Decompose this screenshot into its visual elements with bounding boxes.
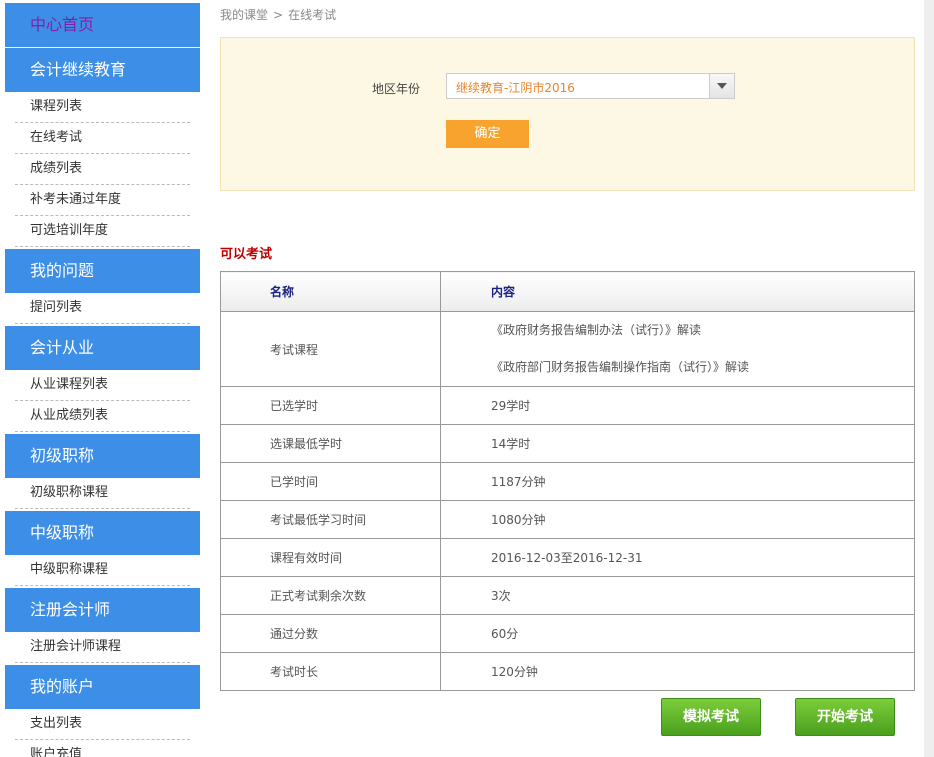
row-value: 60分	[440, 614, 915, 653]
mock-exam-button[interactable]: 模拟考试	[661, 698, 761, 736]
table-row: 通过分数 60分	[220, 614, 915, 653]
sidebar-item-question-list[interactable]: 提问列表	[15, 293, 190, 324]
table-row: 选课最低学时 14学时	[220, 424, 915, 463]
row-value: 29学时	[440, 386, 915, 425]
row-name: 已选学时	[220, 386, 441, 425]
table-row: 已学时间 1187分钟	[220, 462, 915, 501]
sidebar-item-optional-training-years[interactable]: 可选培训年度	[15, 216, 190, 247]
row-name: 课程有效时间	[220, 538, 441, 577]
chevron-down-icon[interactable]	[709, 74, 734, 98]
table-header-row: 名称 内容	[220, 271, 915, 312]
column-header-content: 内容	[440, 271, 915, 312]
region-year-label: 地区年份	[372, 82, 421, 96]
sidebar-section-accounting-practice[interactable]: 会计从业	[5, 326, 200, 370]
table-row: 考试最低学习时间 1080分钟	[220, 500, 915, 539]
sidebar-item-score-list[interactable]: 成绩列表	[15, 154, 190, 185]
sidebar-home[interactable]: 中心首页	[5, 3, 200, 47]
row-value: 2016-12-03至2016-12-31	[440, 538, 915, 577]
exam-info-table: 名称 内容 考试课程 《政府财务报告编制办法（试行）》解读 《政府部门财务报告编…	[220, 271, 915, 691]
region-year-select[interactable]: 继续教育-江阴市2016	[446, 73, 735, 99]
course-list-cell: 《政府财务报告编制办法（试行）》解读 《政府部门财务报告编制操作指南（试行）》解…	[440, 311, 915, 387]
table-row: 课程有效时间 2016-12-03至2016-12-31	[220, 538, 915, 577]
region-year-selected-value: 继续教育-江阴市2016	[456, 81, 575, 95]
row-name: 已学时间	[220, 462, 441, 501]
sidebar-item-practice-course-list[interactable]: 从业课程列表	[15, 370, 190, 401]
table-row: 已选学时 29学时	[220, 386, 915, 425]
row-name: 选课最低学时	[220, 424, 441, 463]
sidebar-section-my-account[interactable]: 我的账户	[5, 665, 200, 709]
row-name: 考试时长	[220, 652, 441, 691]
breadcrumb: 我的课堂 > 在线考试	[220, 6, 336, 23]
row-name: 考试课程	[220, 311, 441, 387]
filter-panel: 地区年份 继续教育-江阴市2016 确定	[220, 37, 915, 191]
breadcrumb-parent[interactable]: 我的课堂	[220, 6, 268, 23]
row-name: 正式考试剩余次数	[220, 576, 441, 615]
main-content: 我的课堂 > 在线考试 地区年份 继续教育-江阴市2016 确定 可以考试 名称 内…	[210, 0, 924, 757]
breadcrumb-current: 在线考试	[288, 8, 337, 22]
row-name: 通过分数	[220, 614, 441, 653]
course-item: 《政府财务报告编制办法（试行）》解读	[491, 323, 702, 337]
table-row: 考试时长 120分钟	[220, 652, 915, 691]
sidebar-item-junior-course[interactable]: 初级职称课程	[15, 478, 190, 509]
sidebar-item-online-exam[interactable]: 在线考试	[15, 123, 190, 154]
sidebar-item-makeup-exam-years[interactable]: 补考未通过年度	[15, 185, 190, 216]
sidebar-item-practice-score-list[interactable]: 从业成绩列表	[15, 401, 190, 432]
sidebar-section-cpa[interactable]: 注册会计师	[5, 588, 200, 632]
row-value: 14学时	[440, 424, 915, 463]
sidebar-item-account-recharge[interactable]: 账户充值	[15, 740, 190, 757]
page-margin	[924, 0, 934, 757]
sidebar-section-junior-title[interactable]: 初级职称	[5, 434, 200, 478]
start-exam-button[interactable]: 开始考试	[795, 698, 895, 736]
sidebar-section-my-questions[interactable]: 我的问题	[5, 249, 200, 293]
sidebar-section-accounting-ce[interactable]: 会计继续教育	[5, 48, 200, 92]
table-row: 正式考试剩余次数 3次	[220, 576, 915, 615]
confirm-button[interactable]: 确定	[446, 120, 529, 148]
sidebar-item-expense-list[interactable]: 支出列表	[15, 709, 190, 740]
sidebar-item-cpa-course[interactable]: 注册会计师课程	[15, 632, 190, 663]
sidebar: 中心首页 会计继续教育 课程列表 在线考试 成绩列表 补考未通过年度 可选培训年…	[0, 0, 210, 757]
sidebar-section-intermediate-title[interactable]: 中级职称	[5, 511, 200, 555]
row-value: 120分钟	[440, 652, 915, 691]
row-value: 3次	[440, 576, 915, 615]
course-item: 《政府部门财务报告编制操作指南（试行）》解读	[491, 360, 750, 374]
table-row: 考试课程 《政府财务报告编制办法（试行）》解读 《政府部门财务报告编制操作指南（…	[220, 311, 915, 387]
sidebar-item-intermediate-course[interactable]: 中级职称课程	[15, 555, 190, 586]
sidebar-item-course-list[interactable]: 课程列表	[15, 92, 190, 123]
section-title: 可以考试	[220, 247, 273, 262]
row-value: 1080分钟	[440, 500, 915, 539]
row-name: 考试最低学习时间	[220, 500, 441, 539]
row-value: 1187分钟	[440, 462, 915, 501]
column-header-name: 名称	[220, 271, 441, 312]
breadcrumb-separator: >	[273, 8, 284, 22]
